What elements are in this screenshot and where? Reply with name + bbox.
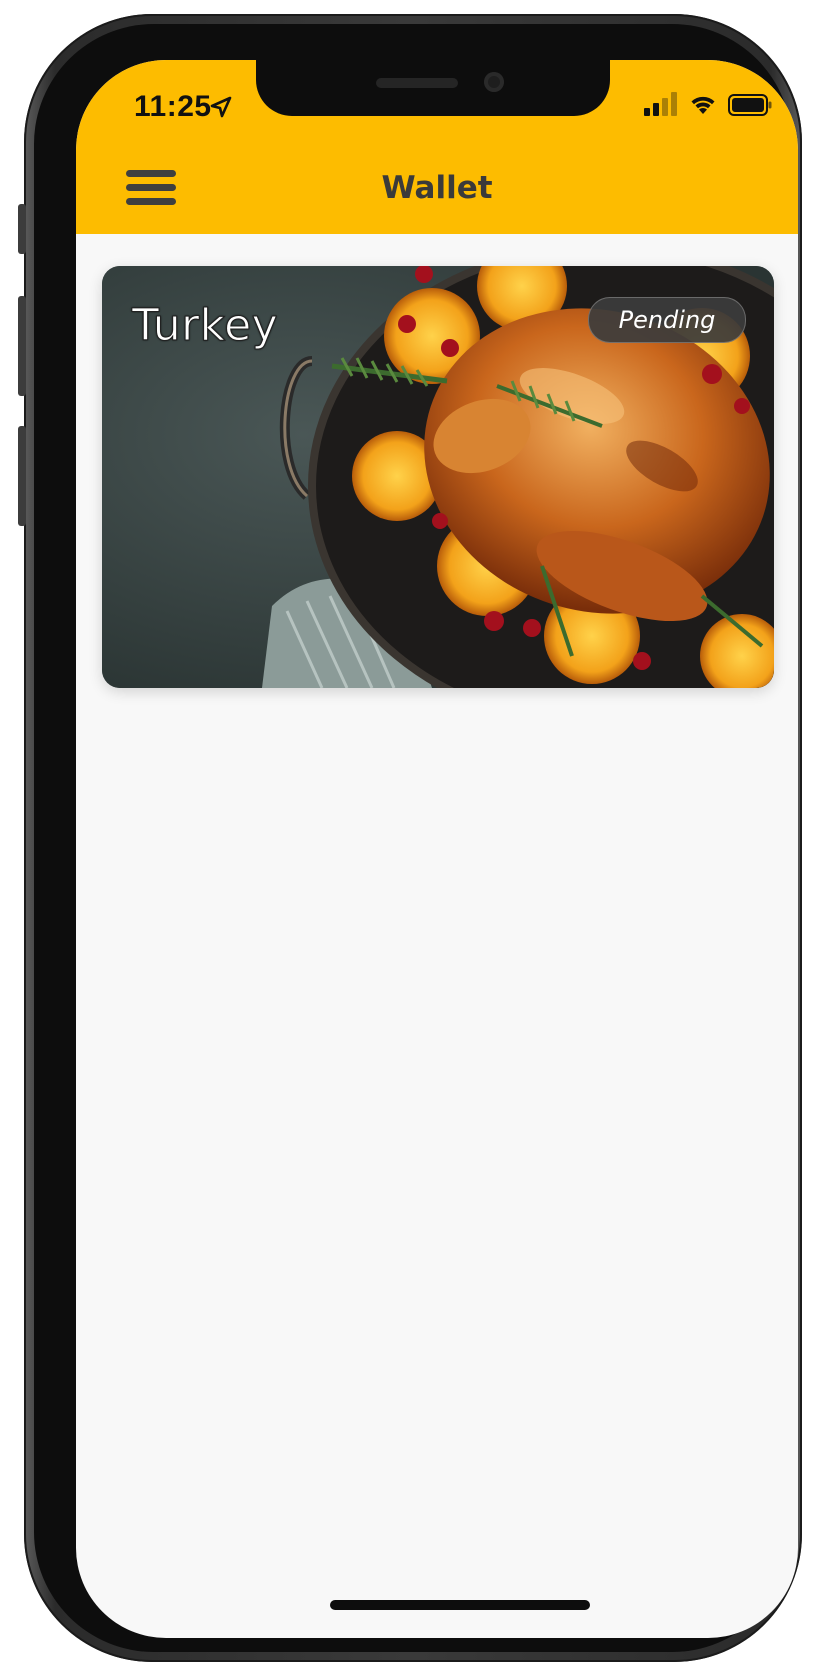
volume-up-button xyxy=(18,296,26,396)
wallet-card[interactable]: Turkey Pending xyxy=(102,266,774,688)
page-title: Wallet xyxy=(381,170,493,206)
silent-switch xyxy=(18,204,26,254)
wifi-icon xyxy=(691,96,715,114)
phone-frame: 11:25 Wallet Turkey Pending xyxy=(18,14,802,1662)
status-time: 11:25 xyxy=(134,90,212,123)
app-header: 11:25 Wallet xyxy=(76,60,798,234)
card-title: Turkey xyxy=(131,300,279,352)
cellular-signal-icon xyxy=(644,92,677,116)
location-arrow-icon xyxy=(210,96,232,118)
speaker-grille xyxy=(376,78,458,88)
app-screen: 11:25 Wallet Turkey Pending xyxy=(76,60,798,1638)
device-notch xyxy=(256,60,610,116)
status-icons xyxy=(644,92,772,116)
status-badge: Pending xyxy=(588,297,746,343)
battery-icon xyxy=(728,94,772,116)
front-camera xyxy=(484,72,504,92)
volume-down-button xyxy=(18,426,26,526)
home-indicator[interactable] xyxy=(330,1600,590,1610)
